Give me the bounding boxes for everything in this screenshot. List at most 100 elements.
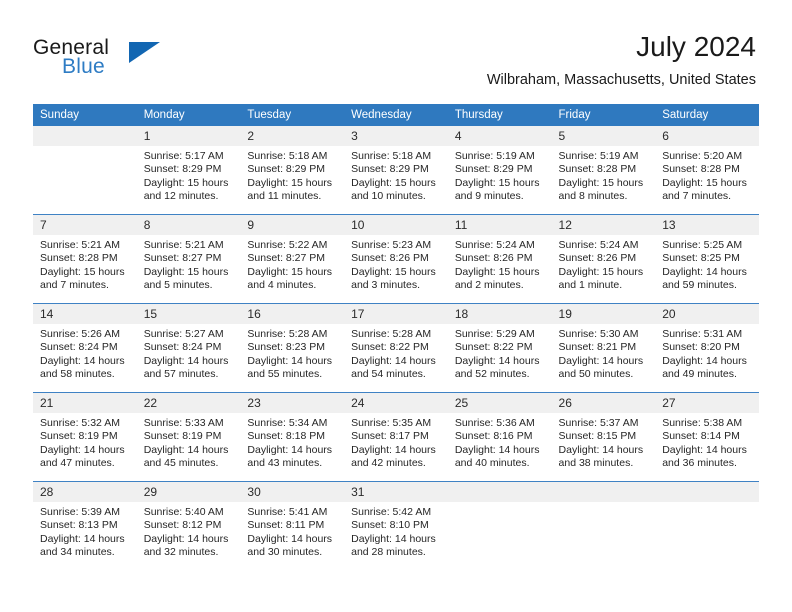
calendar-day-cell[interactable]: 25 Sunrise: 5:36 AM Sunset: 8:16 PM Dayligh… — [447, 392, 552, 482]
day-detail-line: Sunset: 8:16 PM — [454, 430, 533, 443]
day-detail-line: Daylight: 15 hours — [454, 176, 540, 189]
day-detail-line: Sunrise: 5:26 AM — [40, 328, 120, 340]
day-detail-line: Daylight: 15 hours — [558, 176, 644, 189]
day-number: 30 — [240, 482, 345, 502]
calendar-day-cell[interactable]: 31 Sunrise: 5:42 AM Sunset: 8:10 PM Dayligh… — [344, 481, 448, 570]
title-block: July 2024 Wilbraham, Massachusetts, Unit… — [487, 30, 756, 89]
calendar-day-cell[interactable]: 7 Sunrise: 5:21 AM Sunset: 8:28 PM Daylight… — [33, 214, 137, 304]
day-detail-line: Sunrise: 5:22 AM — [247, 239, 328, 251]
day-detail-line: and 3 minutes. — [351, 279, 420, 292]
day-number: 6 — [655, 126, 759, 146]
logo-triangle-icon — [129, 42, 160, 63]
calendar-day-cell[interactable]: 20 Sunrise: 5:31 AM Sunset: 8:20 PM Dayligh… — [655, 303, 759, 393]
day-number: 25 — [447, 393, 552, 413]
day-detail-line: and 7 minutes. — [662, 190, 732, 203]
day-detail-line: Sunrise: 5:18 AM — [351, 150, 432, 162]
day-detail-line: Sunrise: 5:20 AM — [662, 150, 743, 162]
day-detail-line: Daylight: 15 hours — [662, 176, 747, 189]
day-detail-line: Sunset: 8:29 PM — [454, 163, 533, 176]
day-detail-line: Daylight: 15 hours — [351, 176, 436, 189]
day-detail-line: Daylight: 15 hours — [351, 265, 436, 278]
day-number: 1 — [136, 126, 241, 146]
day-detail-line: Daylight: 14 hours — [454, 443, 540, 456]
calendar-day-cell[interactable]: 10 Sunrise: 5:23 AM Sunset: 8:26 PM Dayligh… — [344, 214, 448, 304]
day-detail-line: Sunrise: 5:19 AM — [454, 150, 535, 162]
weekday-header-row: Sunday Monday Tuesday Wednesday Thursday… — [33, 104, 759, 126]
day-detail-line: and 5 minutes. — [143, 279, 213, 292]
day-detail-line: Daylight: 14 hours — [143, 443, 229, 456]
day-detail-line: Sunset: 8:25 PM — [662, 252, 740, 265]
day-detail-line: Sunrise: 5:33 AM — [143, 417, 224, 429]
calendar-day-cell[interactable]: 29 Sunrise: 5:40 AM Sunset: 8:12 PM Dayligh… — [136, 481, 241, 570]
day-detail-line: Sunset: 8:29 PM — [247, 163, 326, 176]
calendar-day-cell[interactable]: 26 Sunrise: 5:37 AM Sunset: 8:15 PM Dayligh… — [551, 392, 656, 482]
day-number: 13 — [655, 215, 759, 235]
calendar-day-cell[interactable]: 30 Sunrise: 5:41 AM Sunset: 8:11 PM Dayligh… — [240, 481, 345, 570]
calendar-day-cell[interactable]: 24 Sunrise: 5:35 AM Sunset: 8:17 PM Dayligh… — [344, 392, 448, 482]
day-details — [33, 146, 137, 214]
day-detail-line: Daylight: 14 hours — [351, 532, 436, 545]
calendar-day-cell[interactable]: 14 Sunrise: 5:26 AM Sunset: 8:24 PM Dayligh… — [33, 303, 137, 393]
calendar-day-cell[interactable]: 11 Sunrise: 5:24 AM Sunset: 8:26 PM Dayligh… — [447, 214, 552, 304]
calendar-day-cell[interactable]: 13 Sunrise: 5:25 AM Sunset: 8:25 PM Dayligh… — [655, 214, 759, 304]
day-number: 10 — [344, 215, 448, 235]
calendar-day-cell[interactable]: 8 Sunrise: 5:21 AM Sunset: 8:27 PM Daylight… — [136, 214, 241, 304]
calendar-day-cell[interactable]: 4 Sunrise: 5:19 AM Sunset: 8:29 PM Daylight… — [447, 126, 552, 215]
calendar-day-cell[interactable]: 3 Sunrise: 5:18 AM Sunset: 8:29 PM Daylight… — [344, 126, 448, 215]
day-detail-line: Sunset: 8:27 PM — [143, 252, 222, 265]
calendar-week-row: 7 Sunrise: 5:21 AM Sunset: 8:28 PM Daylight… — [33, 214, 759, 304]
location-subtitle: Wilbraham, Massachusetts, United States — [486, 72, 756, 88]
calendar-day-cell[interactable]: 5 Sunrise: 5:19 AM Sunset: 8:28 PM Daylight… — [551, 126, 656, 215]
calendar-week-row: 28 Sunrise: 5:39 AM Sunset: 8:13 PM Dayligh… — [33, 481, 759, 570]
day-detail-line: Sunset: 8:17 PM — [351, 430, 429, 443]
day-detail-line: Daylight: 15 hours — [247, 265, 333, 278]
day-detail-line: Daylight: 14 hours — [40, 532, 125, 545]
calendar-day-cell[interactable]: 9 Sunrise: 5:22 AM Sunset: 8:27 PM Daylight… — [240, 214, 345, 304]
calendar-day-cell[interactable]: 12 Sunrise: 5:24 AM Sunset: 8:26 PM Dayligh… — [551, 214, 656, 304]
day-detail-line: Sunset: 8:26 PM — [351, 252, 429, 265]
calendar-day-cell[interactable]: 27 Sunrise: 5:38 AM Sunset: 8:14 PM Dayligh… — [655, 392, 759, 482]
calendar-day-cell[interactable]: 16 Sunrise: 5:28 AM Sunset: 8:23 PM Dayligh… — [240, 303, 345, 393]
day-details: Sunrise: 5:41 AM Sunset: 8:11 PM Daylight:… — [240, 502, 344, 570]
day-detail-line: Sunset: 8:29 PM — [143, 163, 222, 176]
day-details — [448, 502, 552, 570]
calendar-day-cell[interactable]: 28 Sunrise: 5:39 AM Sunset: 8:13 PM Dayligh… — [33, 481, 137, 570]
calendar-day-cell[interactable]: 1 Sunrise: 5:17 AM Sunset: 8:29 PM Daylight… — [136, 126, 241, 215]
page-header: General Blue July 2024 Wilbraham, Massac… — [0, 0, 792, 100]
day-detail-line: Sunrise: 5:25 AM — [662, 239, 743, 251]
day-detail-line: Sunrise: 5:21 AM — [40, 239, 120, 251]
calendar-day-cell[interactable]: 21 Sunrise: 5:32 AM Sunset: 8:19 PM Dayligh… — [33, 392, 137, 482]
calendar-day-cell[interactable]: 18 Sunrise: 5:29 AM Sunset: 8:22 PM Dayligh… — [447, 303, 552, 393]
day-details: Sunrise: 5:27 AM Sunset: 8:24 PM Daylight:… — [137, 324, 241, 392]
day-number: 12 — [551, 215, 656, 235]
calendar-day-cell[interactable]: 22 Sunrise: 5:33 AM Sunset: 8:19 PM Dayligh… — [136, 392, 241, 482]
day-detail-line: Sunset: 8:21 PM — [558, 341, 637, 354]
day-detail-line: Sunset: 8:13 PM — [40, 519, 118, 532]
calendar-day-cell[interactable]: 17 Sunrise: 5:28 AM Sunset: 8:22 PM Dayligh… — [344, 303, 448, 393]
day-detail-line: Sunset: 8:26 PM — [454, 252, 533, 265]
day-number: 31 — [344, 482, 448, 502]
day-details: Sunrise: 5:39 AM Sunset: 8:13 PM Daylight:… — [33, 502, 137, 570]
calendar-day-cell[interactable]: 15 Sunrise: 5:27 AM Sunset: 8:24 PM Dayligh… — [136, 303, 241, 393]
weekday-header-tuesday: Tuesday — [240, 104, 345, 126]
day-detail-line: Daylight: 14 hours — [454, 354, 540, 367]
calendar-day-cell[interactable]: 6 Sunrise: 5:20 AM Sunset: 8:28 PM Daylight… — [655, 126, 759, 215]
day-number: 5 — [551, 126, 656, 146]
day-detail-line: Sunrise: 5:32 AM — [40, 417, 120, 429]
day-detail-line: Daylight: 15 hours — [40, 265, 125, 278]
day-detail-line: Sunrise: 5:37 AM — [558, 417, 639, 429]
calendar-week-row: 1 Sunrise: 5:17 AM Sunset: 8:29 PM Daylight… — [33, 126, 759, 215]
day-detail-line: and 28 minutes. — [351, 546, 426, 559]
day-detail-line: Sunrise: 5:17 AM — [143, 150, 224, 162]
calendar-day-cell[interactable]: 19 Sunrise: 5:30 AM Sunset: 8:21 PM Dayligh… — [551, 303, 656, 393]
calendar-day-cell[interactable]: 23 Sunrise: 5:34 AM Sunset: 8:18 PM Dayligh… — [240, 392, 345, 482]
day-number: 11 — [447, 215, 552, 235]
day-detail-line: Daylight: 14 hours — [558, 354, 644, 367]
day-number: 18 — [447, 304, 552, 324]
day-number: 28 — [33, 482, 137, 502]
day-detail-line: Sunset: 8:12 PM — [143, 519, 222, 532]
day-detail-line: Sunset: 8:26 PM — [558, 252, 637, 265]
day-detail-line: Daylight: 14 hours — [662, 443, 747, 456]
calendar-day-cell[interactable]: 2 Sunrise: 5:18 AM Sunset: 8:29 PM Daylight… — [240, 126, 345, 215]
day-details: Sunrise: 5:24 AM Sunset: 8:26 PM Daylight:… — [552, 235, 656, 303]
